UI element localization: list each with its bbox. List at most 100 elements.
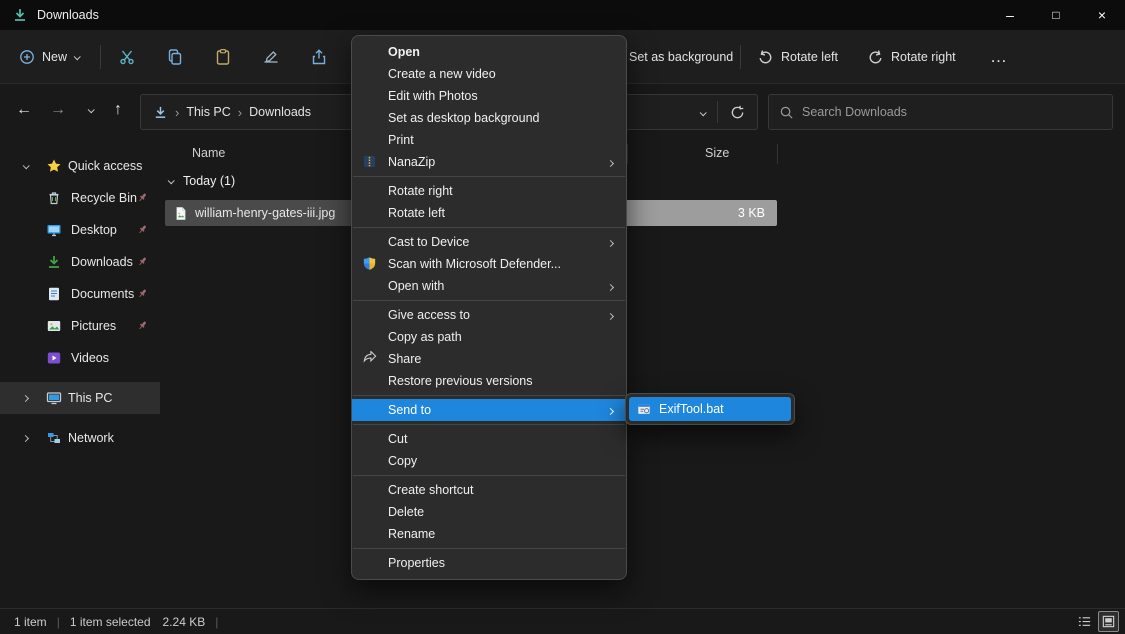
sidebar-item-recycle-bin[interactable]: Recycle Bin [0, 182, 160, 214]
set-as-background-label: Set as background [629, 50, 733, 64]
share-icon [310, 48, 328, 66]
menu-item-properties[interactable]: Properties [352, 552, 626, 574]
menu-item-copy[interactable]: Copy [352, 450, 626, 472]
up-button[interactable]: ↑ [102, 94, 134, 126]
chevron-down-icon[interactable] [12, 164, 38, 169]
menu-item-label: Copy as path [388, 330, 462, 344]
menu-item-edit-with-photos[interactable]: Edit with Photos [352, 85, 626, 107]
menu-separator [353, 395, 625, 396]
sidebar-item-pictures[interactable]: Pictures [0, 310, 160, 342]
videos-icon [46, 350, 62, 366]
menu-item-send-to[interactable]: Send to [352, 399, 626, 421]
window-title: Downloads [37, 8, 99, 22]
column-separator[interactable] [777, 144, 778, 164]
chevron-right-icon[interactable] [12, 436, 38, 441]
copy-button[interactable] [156, 39, 194, 75]
menu-item-print[interactable]: Print [352, 129, 626, 151]
sidebar-item-videos[interactable]: Videos [0, 342, 160, 374]
status-divider: | [215, 615, 218, 629]
menu-item-label: Give access to [388, 308, 470, 322]
rotate-right-button[interactable]: Rotate right [858, 39, 965, 75]
menu-item-delete[interactable]: Delete [352, 501, 626, 523]
sidebar-item-documents[interactable]: Documents [0, 278, 160, 310]
menu-item-cut[interactable]: Cut [352, 428, 626, 450]
menu-item-label: Rename [388, 527, 435, 541]
refresh-button[interactable] [718, 105, 757, 120]
menu-item-create-shortcut[interactable]: Create shortcut [352, 479, 626, 501]
plus-icon [19, 49, 35, 65]
menu-item-scan-with-microsoft-defender[interactable]: Scan with Microsoft Defender... [352, 253, 626, 275]
menu-item-give-access-to[interactable]: Give access to [352, 304, 626, 326]
menu-item-copy-as-path[interactable]: Copy as path [352, 326, 626, 348]
column-header-name[interactable]: Name [192, 146, 225, 160]
this-pc-icon [46, 390, 62, 406]
menu-item-share[interactable]: Share [352, 348, 626, 370]
submenu-item-label: ExifTool.bat [659, 402, 724, 416]
rename-icon [262, 48, 280, 66]
sidebar-item-downloads[interactable]: Downloads [0, 246, 160, 278]
menu-separator [353, 475, 625, 476]
recycle-bin-icon [46, 190, 62, 206]
rename-button[interactable] [252, 39, 290, 75]
menu-item-rotate-right[interactable]: Rotate right [352, 180, 626, 202]
submenu-arrow-icon [608, 155, 613, 169]
sidebar-item-desktop[interactable]: Desktop [0, 214, 160, 246]
paste-button[interactable] [204, 39, 242, 75]
sidebar-item-this-pc[interactable]: This PC [0, 382, 160, 414]
column-header-size[interactable]: Size [705, 146, 729, 160]
menu-item-cast-to-device[interactable]: Cast to Device [352, 231, 626, 253]
sidebar: Quick access Recycle Bin Desktop D [0, 136, 160, 608]
back-button[interactable]: ← [8, 94, 40, 126]
menu-item-rotate-left[interactable]: Rotate left [352, 202, 626, 224]
location-downloads-icon [153, 105, 168, 120]
search-input[interactable] [802, 105, 1102, 119]
menu-item-create-a-new-video[interactable]: Create a new video [352, 63, 626, 85]
sidebar-item-label: Network [68, 431, 114, 445]
menu-item-label: Copy [388, 454, 417, 468]
menu-item-open[interactable]: Open [352, 41, 626, 63]
menu-item-restore-previous-versions[interactable]: Restore previous versions [352, 370, 626, 392]
details-view-button[interactable] [1074, 611, 1095, 632]
close-button[interactable]: × [1079, 0, 1125, 30]
breadcrumb-separator: › [175, 105, 179, 120]
submenu-arrow-icon [608, 279, 613, 293]
sidebar-item-network[interactable]: Network [0, 422, 160, 454]
submenu-item-exiftool[interactable]: ExifTool.bat [629, 397, 791, 421]
send-to-submenu: ExifTool.bat [625, 393, 795, 425]
maximize-button[interactable]: □ [1033, 0, 1079, 30]
group-label: Today (1) [183, 174, 235, 188]
search-icon [779, 105, 794, 120]
menu-item-label: Rotate right [388, 184, 453, 198]
sidebar-item-label: Videos [71, 351, 109, 365]
menu-item-label: Properties [388, 556, 445, 570]
minimize-button[interactable]: – [987, 0, 1033, 30]
thumbnails-view-button[interactable] [1098, 611, 1119, 632]
new-button[interactable]: New [10, 39, 88, 75]
context-menu: Open Create a new video Edit with Photos… [351, 35, 627, 580]
sidebar-item-quick-access[interactable]: Quick access [0, 150, 160, 182]
forward-button[interactable]: → [42, 94, 74, 126]
rotate-left-button[interactable]: Rotate left [748, 39, 847, 75]
menu-item-set-as-desktop-background[interactable]: Set as desktop background [352, 107, 626, 129]
image-file-icon [173, 206, 188, 221]
sidebar-item-label: This PC [68, 391, 112, 405]
menu-item-label: Create shortcut [388, 483, 473, 497]
chevron-right-icon[interactable] [12, 396, 38, 401]
file-size-cell: 3 KB [627, 200, 777, 226]
group-header-today[interactable]: Today (1) [168, 174, 235, 188]
menu-item-nanazip[interactable]: NanaZip [352, 151, 626, 173]
sidebar-item-label: Downloads [71, 255, 133, 269]
search-box[interactable] [768, 94, 1113, 130]
breadcrumb-downloads[interactable]: Downloads [249, 105, 311, 119]
share-button[interactable] [300, 39, 338, 75]
breadcrumb-this-pc[interactable]: This PC [186, 105, 230, 119]
more-options-button[interactable]: … [980, 39, 1018, 75]
menu-item-label: Print [388, 133, 414, 147]
cut-button[interactable] [108, 39, 146, 75]
address-dropdown-button[interactable] [688, 105, 717, 119]
column-separator[interactable] [627, 144, 628, 164]
downloads-folder-icon [12, 7, 28, 23]
menu-item-open-with[interactable]: Open with [352, 275, 626, 297]
menu-item-rename[interactable]: Rename [352, 523, 626, 545]
menu-separator [353, 300, 625, 301]
